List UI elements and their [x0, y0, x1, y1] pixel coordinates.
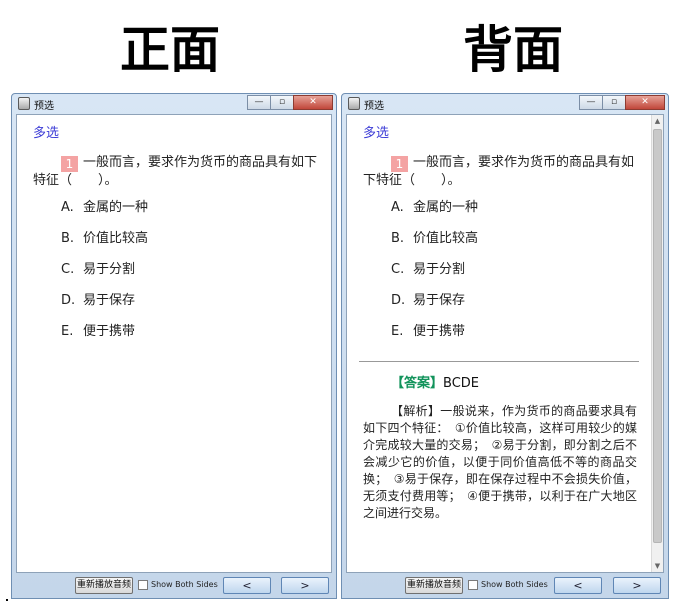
option-letter: B. [391, 231, 405, 246]
option-a: A. 金属的一种 [391, 200, 637, 231]
scroll-up-arrow-icon[interactable]: ▲ [652, 115, 663, 127]
window-title: 预选 [34, 101, 54, 112]
option-letter: A. [391, 200, 404, 215]
question-number-badge: 1 [391, 156, 408, 172]
analysis-body: 一般说来，作为货币的商品要求具有如下四个特征： ①价值比较高，这样可用较少的媒介… [363, 404, 637, 520]
previous-button[interactable]: < [554, 577, 602, 594]
front-side-heading: 正面 [120, 20, 220, 79]
window-title: 预选 [364, 101, 384, 112]
option-text: 便于携带 [83, 324, 136, 339]
option-text: 价值比较高 [83, 231, 149, 246]
question-type: 多选 [363, 126, 390, 141]
question-text: 1 一般而言，要求作为货币的商品具有如下特征（ ）。 [363, 154, 637, 189]
bottom-toolbar: 重新播放音频 Show Both Sides < > [342, 573, 668, 598]
option-text: 易于分割 [413, 262, 466, 277]
answer-divider [359, 361, 639, 362]
show-both-sides-checkbox[interactable] [468, 580, 478, 590]
option-c: C. 易于分割 [61, 262, 317, 293]
question-type: 多选 [33, 126, 60, 141]
question-text: 1 一般而言，要求作为货币的商品具有如下特征（ ）。 [33, 154, 317, 189]
option-text: 易于保存 [83, 293, 136, 308]
show-both-sides-label[interactable]: Show Both Sides [481, 579, 548, 591]
option-b: B. 价值比较高 [61, 231, 317, 262]
maximize-button[interactable]: ▫ [602, 95, 626, 110]
option-text: 易于分割 [83, 262, 136, 277]
stray-dot [6, 599, 8, 601]
scroll-down-arrow-icon[interactable]: ▼ [652, 560, 663, 572]
vertical-scrollbar[interactable]: ▲ ▼ [651, 115, 663, 572]
analysis-label: 【解析】 [391, 404, 441, 418]
option-text: 价值比较高 [413, 231, 479, 246]
replay-audio-button[interactable]: 重新播放音频 [75, 577, 133, 594]
option-d: D. 易于保存 [61, 293, 317, 324]
option-letter: C. [61, 262, 75, 277]
scrollbar-thumb[interactable] [653, 129, 662, 543]
card-content-area: 多选 1 一般而言，要求作为货币的商品具有如下特征（ ）。 A. 金属的一种 B. 价… [346, 114, 664, 573]
option-text: 便于携带 [413, 324, 466, 339]
answer-value: BCDE [443, 376, 480, 391]
bottom-toolbar: 重新播放音频 Show Both Sides < > [12, 573, 336, 598]
option-e: E. 便于携带 [391, 324, 637, 355]
window-controls: — ▫ ✕ [579, 95, 665, 110]
answer-line: 【答案】BCDE [363, 376, 637, 392]
show-both-sides-checkbox[interactable] [138, 580, 148, 590]
close-button[interactable]: ✕ [625, 95, 665, 110]
option-list: A. 金属的一种 B. 价值比较高 C. 易于分割 D. 易于保存 E. 便于携带 [363, 200, 637, 355]
option-a: A. 金属的一种 [61, 200, 317, 231]
app-icon [348, 97, 360, 110]
show-both-sides-label[interactable]: Show Both Sides [151, 579, 218, 591]
next-button[interactable]: > [613, 577, 661, 594]
option-c: C. 易于分割 [391, 262, 637, 293]
option-d: D. 易于保存 [391, 293, 637, 324]
option-e: E. 便于携带 [61, 324, 317, 355]
option-text: 易于保存 [413, 293, 466, 308]
window-controls: — ▫ ✕ [247, 95, 333, 110]
close-button[interactable]: ✕ [293, 95, 333, 110]
answer-label: 【答案】 [391, 376, 444, 391]
option-letter: B. [61, 231, 75, 246]
option-letter: E. [391, 324, 404, 339]
previous-button[interactable]: < [223, 577, 271, 594]
next-button[interactable]: > [281, 577, 329, 594]
question-number-badge: 1 [61, 156, 78, 172]
replay-audio-button[interactable]: 重新播放音频 [405, 577, 463, 594]
option-text: 金属的一种 [413, 200, 479, 215]
back-side-heading: 背面 [463, 20, 563, 79]
app-icon [18, 97, 30, 110]
option-letter: A. [61, 200, 74, 215]
card-back: 多选 1 一般而言，要求作为货币的商品具有如下特征（ ）。 A. 金属的一种 B. 价… [347, 115, 651, 572]
option-list: A. 金属的一种 B. 价值比较高 C. 易于分割 D. 易于保存 E. 便于携带 [33, 200, 317, 355]
card-content-area: 多选 1 一般而言，要求作为货币的商品具有如下特征（ ）。 A. 金属的一种 B. 价… [16, 114, 332, 573]
card-front: 多选 1 一般而言，要求作为货币的商品具有如下特征（ ）。 A. 金属的一种 B. 价… [17, 115, 331, 572]
option-b: B. 价值比较高 [391, 231, 637, 262]
maximize-button[interactable]: ▫ [270, 95, 294, 110]
option-text: 金属的一种 [83, 200, 149, 215]
analysis-text: 【解析】一般说来，作为货币的商品要求具有如下四个特征： ①价值比较高，这样可用较… [363, 403, 637, 522]
minimize-button[interactable]: — [247, 95, 271, 110]
minimize-button[interactable]: — [579, 95, 603, 110]
option-letter: D. [61, 293, 76, 308]
back-preview-window: 预选 — ▫ ✕ 多选 1 一般而言，要求作为货币的商品具有如下特征（ ）。 A.… [341, 93, 669, 599]
title-bar: 预选 — ▫ ✕ [12, 94, 336, 114]
option-letter: D. [391, 293, 406, 308]
front-preview-window: 预选 — ▫ ✕ 多选 1 一般而言，要求作为货币的商品具有如下特征（ ）。 A.… [11, 93, 337, 599]
option-letter: C. [391, 262, 405, 277]
option-letter: E. [61, 324, 74, 339]
title-bar: 预选 — ▫ ✕ [342, 94, 668, 114]
